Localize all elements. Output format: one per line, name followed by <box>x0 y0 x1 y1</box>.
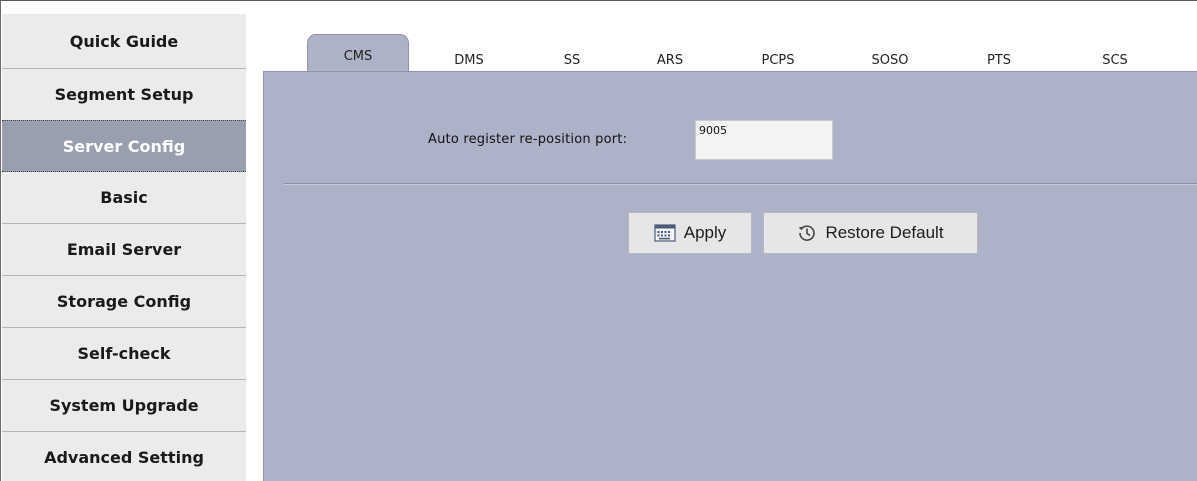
tab-label: SS <box>563 52 581 68</box>
tab-label: PTS <box>986 52 1012 68</box>
restore-default-label: Restore Default <box>825 223 944 242</box>
app-frame: Quick Guide Segment Setup Server Config … <box>0 0 1197 481</box>
tab-label: CMS <box>343 48 373 64</box>
port-input[interactable] <box>695 120 833 160</box>
cms-settings-panel: Auto register re-position port: 9005 App… <box>263 72 1197 481</box>
sidebar-item-system-upgrade[interactable]: System Upgrade <box>2 380 246 432</box>
sidebar-item-server-config[interactable]: Server Config <box>2 120 246 172</box>
tab-soso[interactable]: SOSO <box>860 47 920 73</box>
main-content: CMS DMS SS ARS PCPS SOSO PTS SCS Auto re… <box>247 14 1197 481</box>
tab-pts[interactable]: PTS <box>974 47 1024 73</box>
sidebar-item-label: Advanced Setting <box>44 448 204 467</box>
sidebar-item-label: Self-check <box>77 344 171 363</box>
sidebar-item-advanced-setting[interactable]: Advanced Setting <box>2 432 246 481</box>
sidebar-item-label: Basic <box>100 188 148 207</box>
tab-label: ARS <box>656 52 684 68</box>
tab-cms[interactable]: CMS <box>307 34 409 73</box>
sidebar-item-label: System Upgrade <box>49 396 199 415</box>
sidebar-item-label: Server Config <box>62 136 186 156</box>
sidebar-item-label: Segment Setup <box>54 85 194 104</box>
tab-ars[interactable]: ARS <box>645 47 695 73</box>
sidebar-item-storage-config[interactable]: Storage Config <box>2 276 246 328</box>
sidebar-item-segment-setup[interactable]: Segment Setup <box>2 69 246 121</box>
apply-button[interactable]: Apply <box>628 212 752 254</box>
sidebar-item-basic[interactable]: Basic <box>2 172 246 224</box>
sidebar-item-self-check[interactable]: Self-check <box>2 328 246 380</box>
tab-scs[interactable]: SCS <box>1090 47 1140 73</box>
tab-label: SCS <box>1102 52 1128 68</box>
tab-pcps[interactable]: PCPS <box>750 47 806 73</box>
tab-label: PCPS <box>761 52 795 68</box>
sidebar-item-label: Storage Config <box>56 292 192 311</box>
tab-ss[interactable]: SS <box>552 47 592 73</box>
port-label: Auto register re-position port: <box>428 132 628 147</box>
keyboard-icon <box>654 224 676 242</box>
tab-bar: CMS DMS SS ARS PCPS SOSO PTS SCS <box>247 14 1197 73</box>
tab-label: DMS <box>454 52 484 68</box>
apply-label: Apply <box>683 223 727 242</box>
tab-dms[interactable]: DMS <box>442 47 496 73</box>
sidebar-item-label: Email Server <box>66 240 182 259</box>
tab-label: SOSO <box>871 52 909 68</box>
sidebar-item-label: Quick Guide <box>69 31 179 51</box>
history-icon <box>798 225 816 241</box>
sidebar: Quick Guide Segment Setup Server Config … <box>2 14 246 481</box>
restore-default-button[interactable]: Restore Default <box>763 212 978 254</box>
sidebar-item-quick-guide[interactable]: Quick Guide <box>2 14 246 69</box>
section-divider <box>284 183 1197 185</box>
sidebar-item-email-server[interactable]: Email Server <box>2 224 246 276</box>
